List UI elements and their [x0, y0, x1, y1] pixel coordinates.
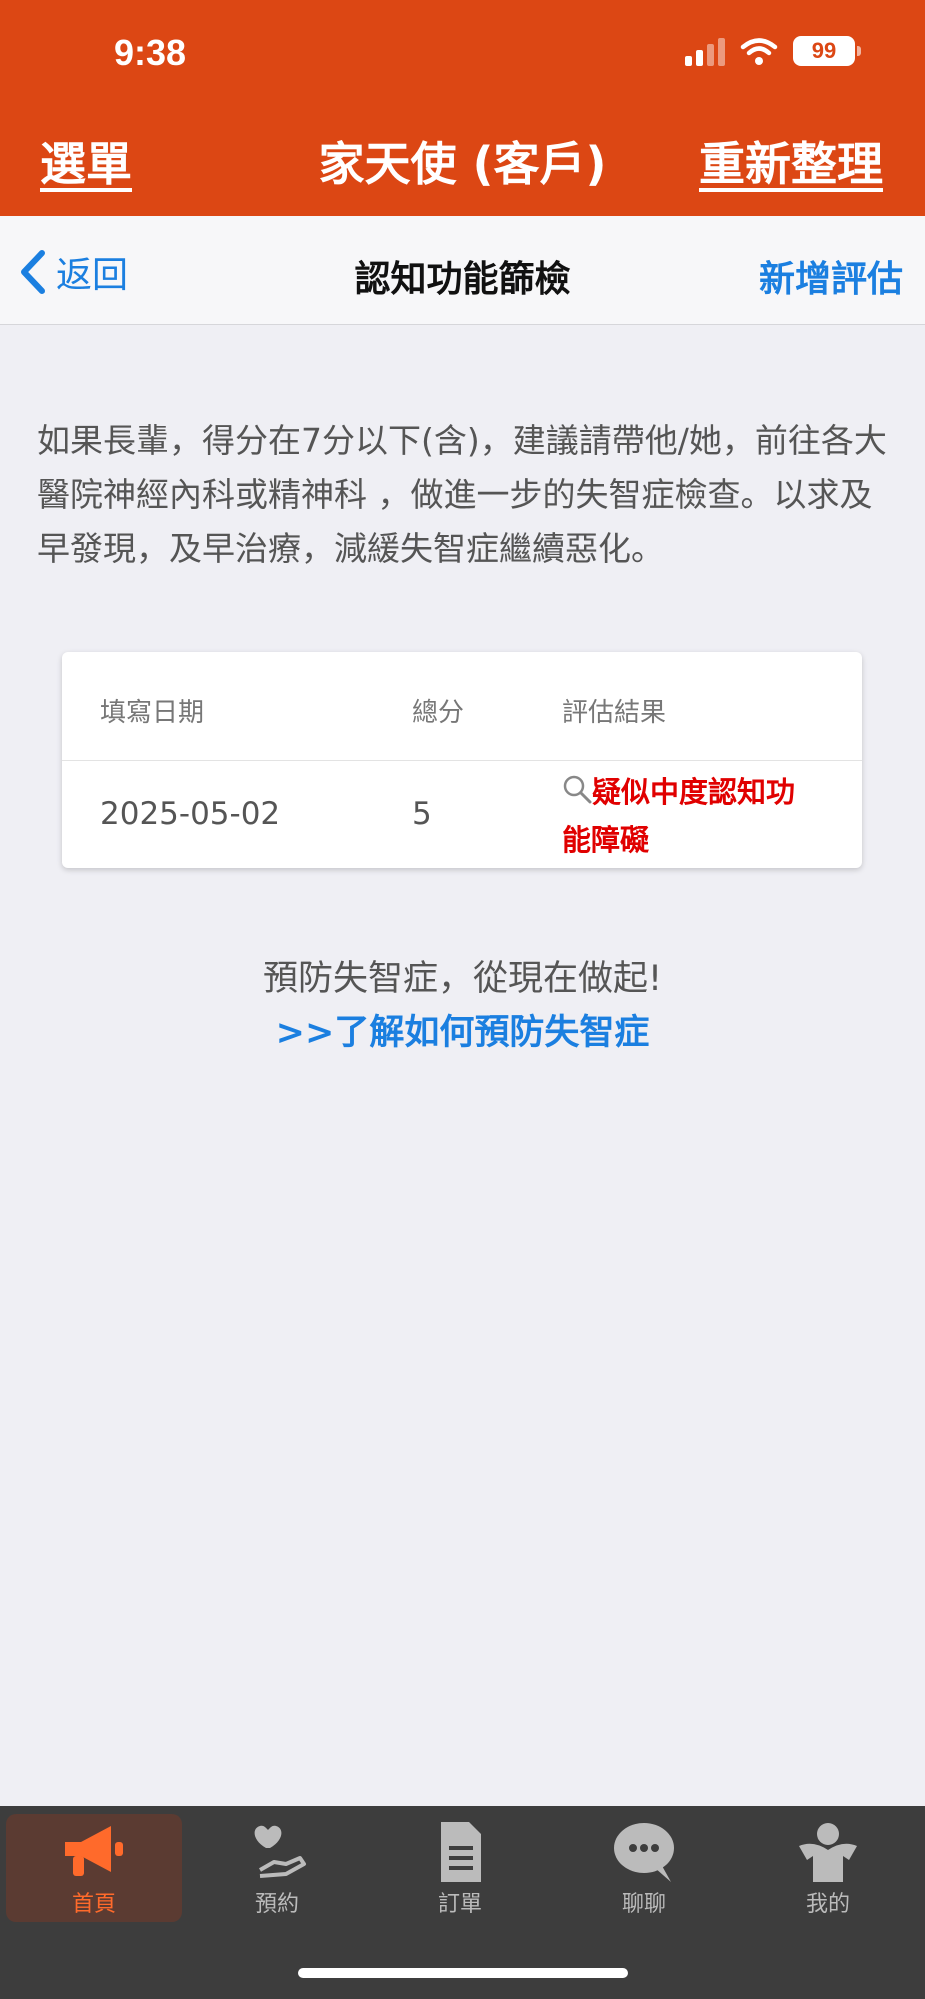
back-label: 返回 — [56, 255, 129, 296]
heart-hand-icon — [254, 1825, 306, 1878]
tab-label: 聊聊 — [621, 1892, 666, 1917]
signal-icon — [685, 36, 725, 66]
tab-label: 我的 — [805, 1892, 850, 1917]
tab-label: 預約 — [254, 1892, 299, 1917]
table-header: 填寫日期 總分 評估結果 — [62, 652, 862, 761]
header-date: 填寫日期 — [100, 698, 205, 728]
tab-label: 首頁 — [71, 1892, 116, 1917]
chat-bubble-icon — [614, 1823, 674, 1882]
row-result-link[interactable]: 疑似中度認知功能障礙 — [562, 768, 822, 864]
sub-navigation-bar: 返回 認知功能篩檢 新增評估 — [0, 216, 925, 325]
tab-chat[interactable]: 聊聊 — [556, 1814, 732, 1922]
table-row[interactable]: 2025-05-02 5 疑似中度認知功能障礙 — [62, 760, 862, 868]
battery-icon: 99 — [793, 36, 861, 66]
row-date: 2025-05-02 — [100, 796, 281, 832]
tab-home[interactable]: 首頁 — [6, 1814, 182, 1922]
wifi-icon — [740, 38, 778, 65]
magnifier-icon — [563, 775, 592, 804]
add-assessment-button[interactable]: 新增評估 — [759, 250, 903, 302]
prevention-link[interactable]: >>了解如何預防失智症 — [0, 1004, 925, 1055]
result-text: 疑似中度認知功能障礙 — [562, 775, 796, 857]
tab-orders[interactable]: 訂單 — [372, 1814, 548, 1922]
header-result: 評估結果 — [562, 698, 667, 728]
document-icon — [441, 1822, 481, 1882]
tab-profile[interactable]: 我的 — [740, 1814, 916, 1922]
row-score: 5 — [412, 796, 432, 832]
notice-text: 如果長輩，得分在7分以下(含)，建議請帶他/她，前往各大醫院神經內科或精神科 ，… — [37, 421, 887, 568]
prevention-text: 預防失智症，從現在做起! — [262, 959, 663, 999]
back-button[interactable]: 返回 — [18, 246, 128, 298]
tab-label: 訂單 — [437, 1892, 482, 1917]
menu-button[interactable]: 選單 — [40, 128, 132, 194]
header-score: 總分 — [412, 698, 465, 728]
status-icons: 99 — [685, 36, 861, 66]
refresh-button[interactable]: 重新整理 — [699, 128, 883, 194]
home-indicator — [298, 1968, 628, 1978]
chevron-left-icon — [21, 250, 45, 294]
header: 9:38 99 選單 家天使 (客戶) 重新整理 — [0, 0, 925, 216]
status-time: 9:38 — [114, 32, 187, 73]
megaphone-icon — [65, 1826, 123, 1876]
results-table: 填寫日期 總分 評估結果 2025-05-02 5 疑似中度認知功能障礙 — [62, 652, 862, 868]
angel-icon — [799, 1823, 857, 1882]
tab-bar: 首頁 預約 訂單 聊聊 我的 — [0, 1806, 925, 1999]
tab-booking[interactable]: 預約 — [189, 1814, 365, 1922]
